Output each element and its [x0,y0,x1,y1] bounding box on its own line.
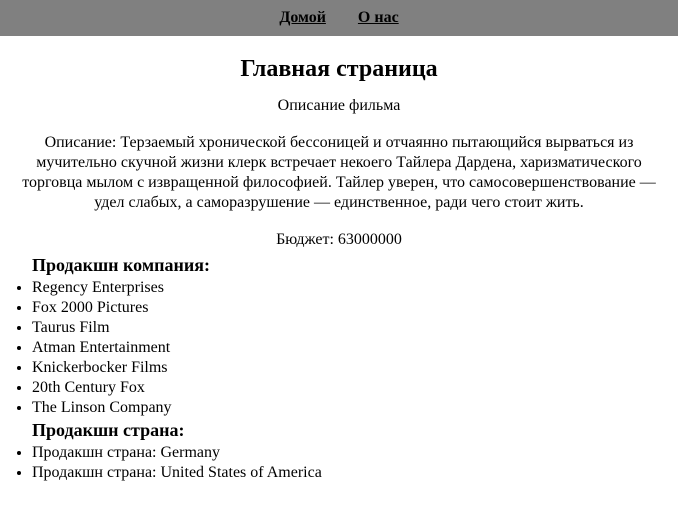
country-value: United States of America [161,464,322,481]
production-companies-heading: Продакшн компания: [32,255,678,276]
list-item: Atman Entertainment [32,338,678,358]
production-countries-heading: Продакшн страна: [32,420,678,441]
nav-about-link[interactable]: О нас [358,9,399,27]
list-item: Продакшн страна: United States of Americ… [32,463,678,483]
list-item: Продакшн страна: Germany [32,443,678,463]
movie-description: Описание: Терзаемый хронической бессониц… [0,133,678,213]
page-subtitle: Описание фильма [0,97,678,115]
page-title: Главная страница [0,56,678,83]
country-label: Продакшн страна: [32,464,161,481]
list-item: Fox 2000 Pictures [32,298,678,318]
list-item: 20th Century Fox [32,378,678,398]
production-countries-list: Продакшн страна: Germany Продакшн страна… [0,443,678,483]
description-label: Описание: [45,134,121,151]
navbar: Домой О нас [0,0,678,36]
country-label: Продакшн страна: [32,444,161,461]
list-item: Taurus Film [32,318,678,338]
nav-home-link[interactable]: Домой [279,9,326,27]
budget-label: Бюджет: [276,231,338,248]
list-item: Regency Enterprises [32,278,678,298]
country-value: Germany [161,444,221,461]
movie-budget: Бюджет: 63000000 [0,231,678,249]
list-item: Knickerbocker Films [32,358,678,378]
production-companies-list: Regency Enterprises Fox 2000 Pictures Ta… [0,278,678,418]
budget-value: 63000000 [338,231,402,248]
list-item: The Linson Company [32,398,678,418]
